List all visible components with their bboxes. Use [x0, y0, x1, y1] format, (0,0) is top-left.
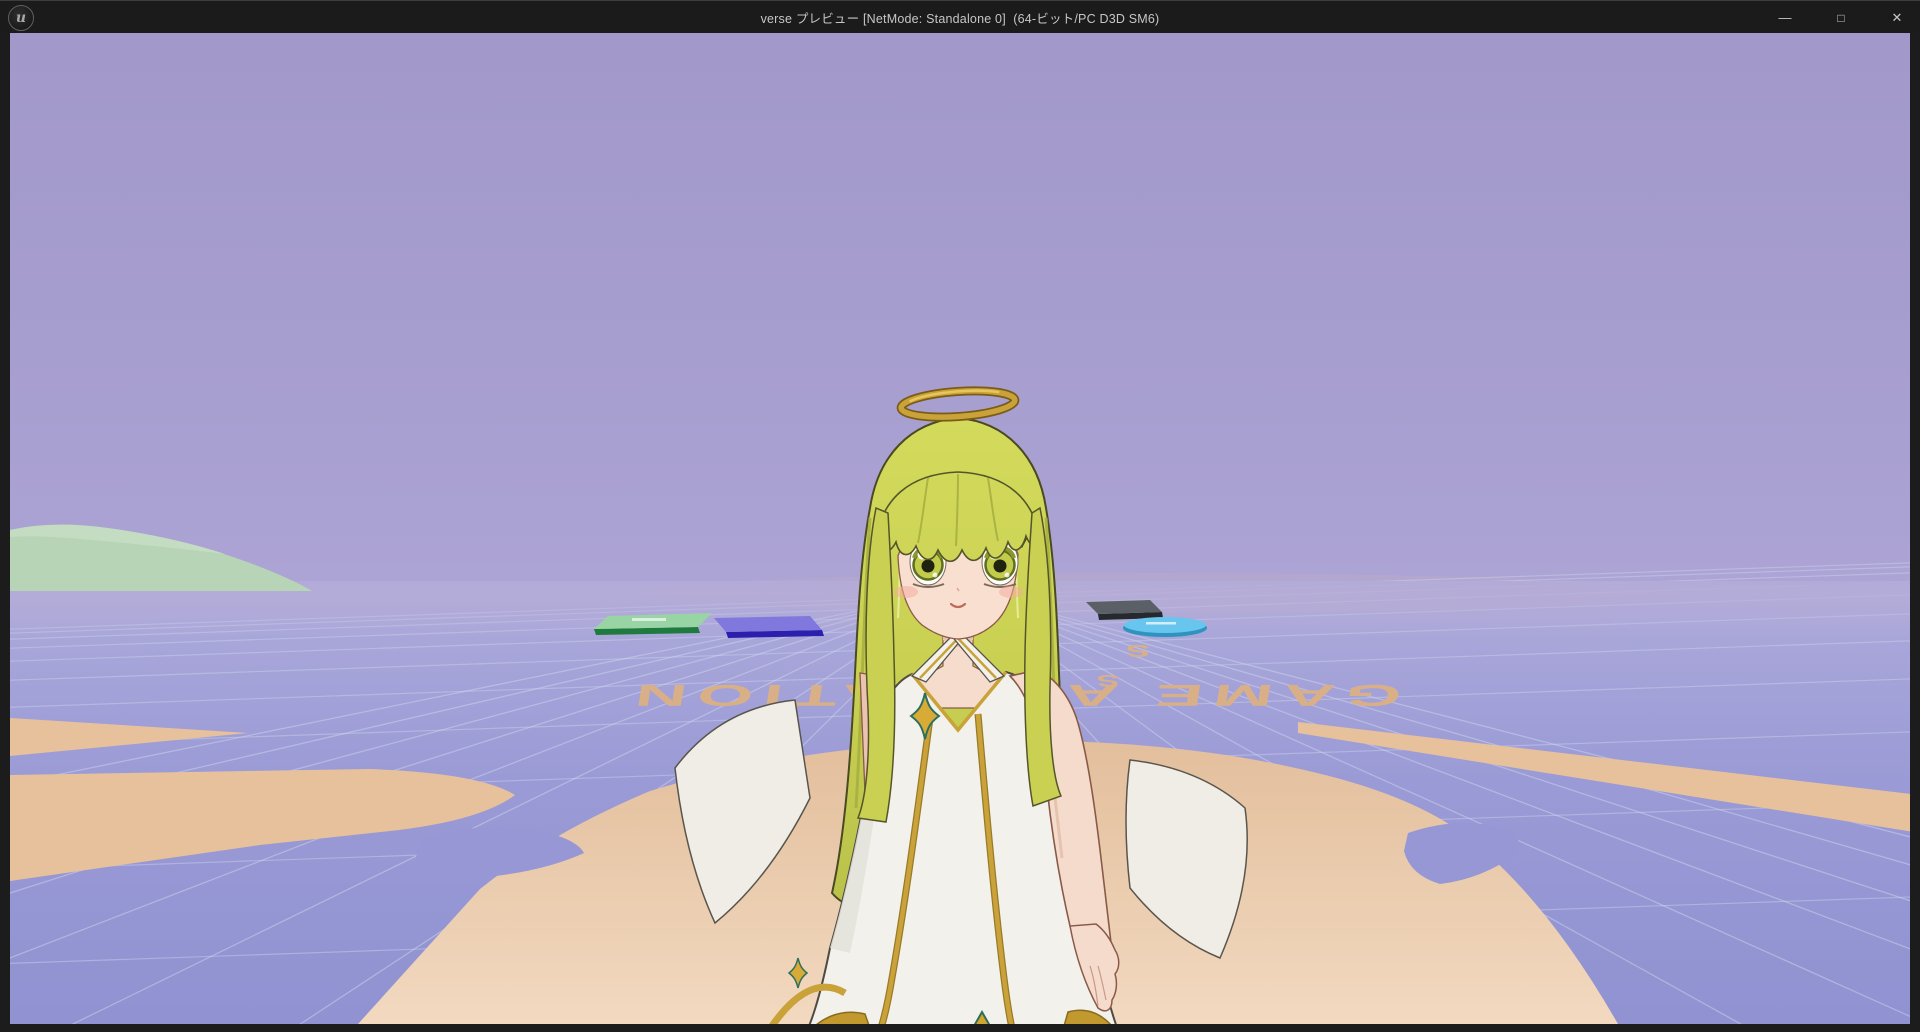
maximize-icon[interactable]: □	[1826, 5, 1856, 31]
title-bar: u verse プレビュー [NetMode: Standalone 0] (6…	[0, 0, 1920, 33]
dress-wing-left	[675, 700, 810, 923]
game-viewport[interactable]: GAME ANIMATION S S	[10, 33, 1910, 1024]
close-icon[interactable]: ✕	[1882, 5, 1912, 31]
halo	[900, 387, 1015, 420]
logo-glyph: u	[16, 10, 26, 26]
hem-star	[789, 958, 807, 988]
minimize-icon[interactable]: —	[1770, 5, 1800, 31]
window-title: verse プレビュー [NetMode: Standalone 0] (64-…	[0, 8, 1920, 27]
left-blush	[894, 586, 918, 598]
unreal-engine-logo-icon[interactable]: u	[8, 5, 34, 31]
right-blush	[999, 586, 1023, 598]
dress-wing-right	[1126, 760, 1247, 958]
angel-character	[660, 378, 1260, 1024]
window-controls: — □ ✕	[1770, 1, 1912, 34]
